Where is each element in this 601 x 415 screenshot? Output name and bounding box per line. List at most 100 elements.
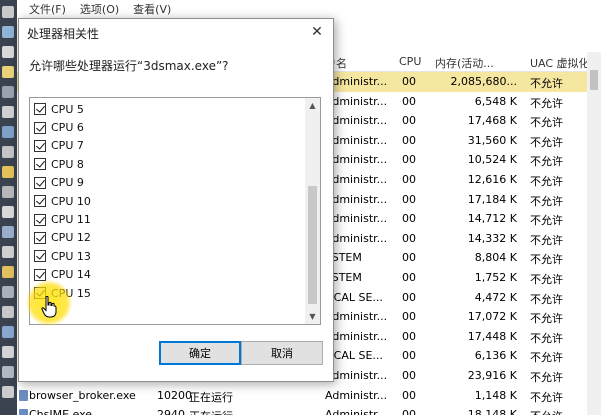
toolbar-tool-icon[interactable]: [2, 26, 14, 38]
scroll-up-icon[interactable]: ▲: [305, 98, 320, 113]
toolbar-tool-icon[interactable]: [2, 366, 14, 378]
process-user: Administr...: [325, 231, 388, 245]
process-cpu: 00: [402, 310, 416, 324]
process-memory: 14,712 K: [467, 212, 517, 226]
cpu-checkbox[interactable]: [34, 176, 46, 189]
cpu-list: CPU 5 CPU 6 CPU 7 CPU 8 CPU 9 CPU 10 CPU 11 CPU…: [29, 97, 321, 325]
cpu-list-item[interactable]: CPU 12: [30, 229, 306, 247]
cpu-list-scroll-thumb[interactable]: [308, 186, 317, 304]
toolbar-tool-icon[interactable]: [2, 226, 14, 238]
toolbar-tool-icon[interactable]: [2, 286, 14, 298]
cpu-checkbox[interactable]: [34, 213, 46, 226]
process-cpu: 00: [402, 349, 416, 363]
process-uac: 不允许: [530, 370, 563, 384]
process-table-scrollbar[interactable]: [587, 52, 601, 415]
process-cpu: 00: [402, 133, 416, 147]
process-memory: 18,148 K: [467, 408, 517, 415]
cpu-checkbox[interactable]: [34, 250, 46, 263]
column-header-uac[interactable]: UAC 虚拟化: [530, 55, 590, 71]
close-icon[interactable]: ✕: [305, 22, 329, 42]
process-cpu: 00: [402, 114, 416, 128]
process-uac: 不允许: [530, 253, 563, 267]
column-header-memory[interactable]: 内存(活动...: [435, 55, 494, 71]
process-memory: 17,072 K: [467, 310, 517, 324]
menu-item[interactable]: 查看(V): [133, 1, 171, 17]
cpu-checkbox[interactable]: [34, 231, 46, 244]
process-uac: 不允许: [530, 351, 563, 365]
process-cpu: 00: [402, 172, 416, 186]
cpu-list-item[interactable]: CPU 15: [30, 284, 306, 302]
table-row[interactable]: ChsIME.exe 2940 正在运行 Administr... 00 18,148 K…: [17, 405, 601, 415]
process-icon: [19, 389, 28, 401]
cpu-list-item[interactable]: CPU 13: [30, 247, 306, 265]
toolbar-tool-icon[interactable]: [2, 146, 14, 158]
cancel-button[interactable]: 取消: [241, 341, 323, 365]
process-user: Administr...: [325, 172, 388, 186]
cpu-checkbox[interactable]: [34, 121, 46, 134]
process-uac: 不允许: [530, 96, 563, 110]
process-cpu: 00: [402, 329, 416, 343]
cpu-list-item[interactable]: CPU 10: [30, 192, 306, 210]
cpu-list-item[interactable]: CPU 6: [30, 118, 306, 136]
process-memory: 2,085,680...: [450, 75, 517, 88]
cpu-checkbox[interactable]: [34, 195, 46, 208]
toolbar-tool-icon[interactable]: [2, 166, 14, 178]
toolbar-tool-icon[interactable]: [2, 46, 14, 58]
cpu-label: CPU 8: [51, 157, 84, 171]
cpu-list-item[interactable]: CPU 9: [30, 174, 306, 192]
toolbar-tool-icon[interactable]: [2, 306, 14, 318]
toolbar-tool-icon[interactable]: [2, 186, 14, 198]
toolbar-tool-icon[interactable]: [2, 346, 14, 358]
menu-item[interactable]: 选项(O): [80, 1, 119, 17]
ok-button[interactable]: 确定: [159, 341, 241, 365]
cpu-label: CPU 14: [51, 268, 91, 282]
cpu-list-item[interactable]: CPU 14: [30, 266, 306, 284]
toolbar-tool-icon[interactable]: [2, 326, 14, 338]
process-uac: 不允许: [530, 272, 563, 286]
toolbar-tool-icon[interactable]: [2, 6, 14, 18]
dialog-title: 处理器相关性: [27, 27, 100, 41]
processor-affinity-dialog: 处理器相关性 ✕ 允许哪些处理器运行“3dsmax.exe”? CPU 5 CPU…: [18, 18, 334, 382]
process-cpu: 00: [402, 212, 416, 226]
cpu-label: CPU 7: [51, 139, 84, 153]
cpu-list-item[interactable]: CPU 11: [30, 210, 306, 228]
cpu-list-item[interactable]: CPU 7: [30, 137, 306, 155]
process-cpu: 00: [402, 388, 416, 402]
cpu-checkbox[interactable]: [34, 139, 46, 152]
process-cpu: 00: [402, 290, 416, 304]
process-cpu: 00: [402, 270, 416, 284]
cpu-list-item[interactable]: CPU 5: [30, 100, 306, 118]
cpu-label: CPU 12: [51, 231, 91, 245]
cpu-checkbox[interactable]: [34, 287, 46, 300]
process-user: Administr...: [325, 408, 388, 415]
cpu-list-item[interactable]: CPU 8: [30, 155, 306, 173]
toolbar-tool-icon[interactable]: [2, 246, 14, 258]
process-icon: [19, 409, 28, 415]
toolbar-tool-icon[interactable]: [2, 66, 14, 78]
process-cpu: 00: [402, 408, 416, 415]
scroll-down-icon[interactable]: ▼: [305, 309, 320, 324]
toolbar-tool-icon[interactable]: [2, 106, 14, 118]
cpu-checkbox[interactable]: [34, 268, 46, 281]
toolbar-tool-icon[interactable]: [2, 266, 14, 278]
process-memory: 17,448 K: [467, 329, 517, 343]
cpu-checkbox[interactable]: [34, 158, 46, 171]
process-table-scroll-thumb[interactable]: [590, 70, 598, 90]
toolbar-tool-icon[interactable]: [2, 126, 14, 138]
menu-item[interactable]: 文件(F): [29, 1, 66, 17]
toolbar-tool-icon[interactable]: [2, 386, 14, 398]
toolbar-tool-icon[interactable]: [2, 86, 14, 98]
process-user: Administr...: [325, 153, 388, 167]
cpu-checkbox[interactable]: [34, 103, 46, 116]
cpu-list-scrollbar[interactable]: ▲ ▼: [305, 98, 320, 324]
dialog-prompt: 允许哪些处理器运行“3dsmax.exe”?: [29, 59, 229, 73]
process-user: Administr...: [325, 310, 388, 324]
table-row[interactable]: browser_broker.exe 10200 正在运行 Administr... 0…: [17, 386, 601, 406]
process-memory: 31,560 K: [467, 133, 517, 147]
process-uac: 不允许: [530, 331, 563, 345]
process-name: ChsIME.exe: [29, 408, 93, 415]
process-status: 正在运行: [189, 408, 233, 415]
cpu-label: CPU 11: [51, 213, 91, 227]
toolbar-tool-icon[interactable]: [2, 206, 14, 218]
column-header-cpu[interactable]: CPU: [399, 55, 421, 68]
